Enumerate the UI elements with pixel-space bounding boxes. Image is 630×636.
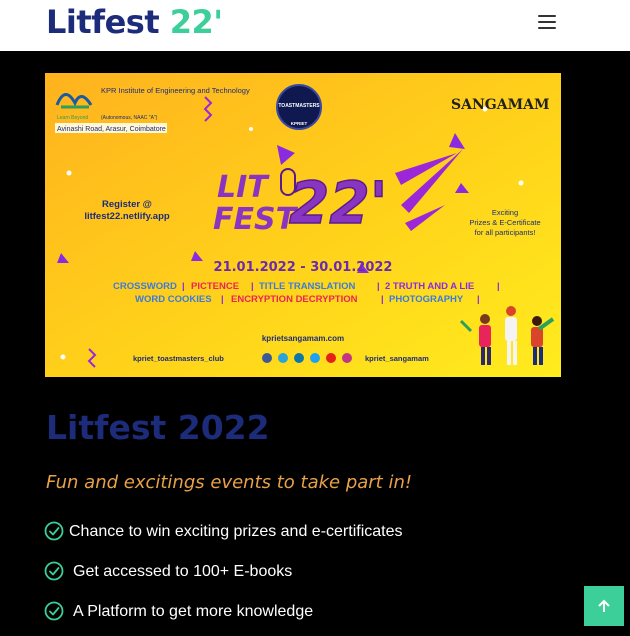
college-accreditation: (Autonomous, NAAC "A") bbox=[101, 115, 158, 121]
arrow-up-icon bbox=[598, 599, 610, 612]
check-circle-icon bbox=[44, 561, 64, 581]
prizes-line-2: Prizes & E-Certificate bbox=[469, 218, 540, 227]
page-title: Litfest 2022 bbox=[46, 408, 270, 447]
event-title-translation: TITLE TRANSLATION bbox=[259, 281, 356, 292]
svg-text:|: | bbox=[182, 281, 185, 292]
headline-fest: FEST bbox=[213, 202, 299, 237]
handle-sangamam: kpriet_sangamam bbox=[365, 354, 429, 363]
check-circle-icon bbox=[44, 601, 64, 621]
svg-text:|: | bbox=[221, 294, 224, 305]
handle-toastmasters: kpriet_toastmasters_club bbox=[133, 354, 224, 363]
event-encryption: ENCRYPTION DECRYPTION bbox=[231, 294, 358, 305]
register-label: Register @ bbox=[102, 199, 152, 210]
svg-text:|: | bbox=[251, 281, 254, 292]
brand-name: Litfest bbox=[46, 3, 160, 41]
event-word-cookies: WORD COOKIES bbox=[135, 294, 212, 305]
college-address: Avinashi Road, Arasur, Coimbatore bbox=[57, 126, 166, 133]
hamburger-menu-icon[interactable] bbox=[533, 11, 561, 35]
brand-year: 22' bbox=[169, 3, 223, 41]
headline-lit: LIT bbox=[217, 170, 270, 205]
back-to-top-button[interactable] bbox=[584, 586, 624, 626]
headline-year: 22' bbox=[289, 169, 387, 237]
navbar: Litfest 22' bbox=[0, 0, 630, 51]
feature-text: Chance to win exciting prizes and e-cert… bbox=[69, 523, 403, 540]
svg-text:|: | bbox=[377, 281, 380, 292]
prizes-line-3: for all participants! bbox=[475, 228, 536, 237]
college-name: KPR Institute of Engineering and Technol… bbox=[101, 86, 250, 95]
svg-text:|: | bbox=[477, 294, 480, 305]
event-crossword: CROSSWORD bbox=[113, 281, 177, 292]
club-badge-sub: KPRIET bbox=[291, 121, 308, 126]
event-two-truth: 2 TRUTH AND A LIE bbox=[385, 281, 474, 292]
event-photography: PHOTOGRAPHY bbox=[389, 294, 464, 305]
brand-logo[interactable]: Litfest 22' bbox=[46, 3, 223, 41]
svg-text:|: | bbox=[497, 281, 500, 292]
poster-website: kprietsangamam.com bbox=[262, 334, 344, 343]
feature-text: Get accessed to 100+ E-books bbox=[73, 563, 293, 580]
partner-logo: SANGAMAM bbox=[451, 97, 549, 113]
check-circle-icon bbox=[44, 521, 64, 541]
event-dates: 21.01.2022 - 30.01.2022 bbox=[214, 260, 393, 275]
club-badge-text: TOASTMASTERS bbox=[278, 103, 320, 109]
toastmasters-badge: TOASTMASTERS KPRIET bbox=[276, 84, 322, 130]
college-tagline: Learn Beyond bbox=[57, 115, 88, 121]
register-url: litfest22.netlify.app bbox=[84, 211, 170, 222]
prizes-line-1: Exciting bbox=[492, 208, 518, 217]
event-pictence: PICTENCE bbox=[191, 281, 239, 292]
poster-headline: LIT FEST 22' bbox=[213, 168, 388, 238]
svg-text:|: | bbox=[381, 294, 384, 305]
event-poster: KPR Institute of Engineering and Technol… bbox=[45, 73, 561, 377]
feature-text: A Platform to get more knowledge bbox=[73, 603, 314, 620]
page-subtitle: Fun and excitings events to take part in… bbox=[46, 472, 413, 493]
